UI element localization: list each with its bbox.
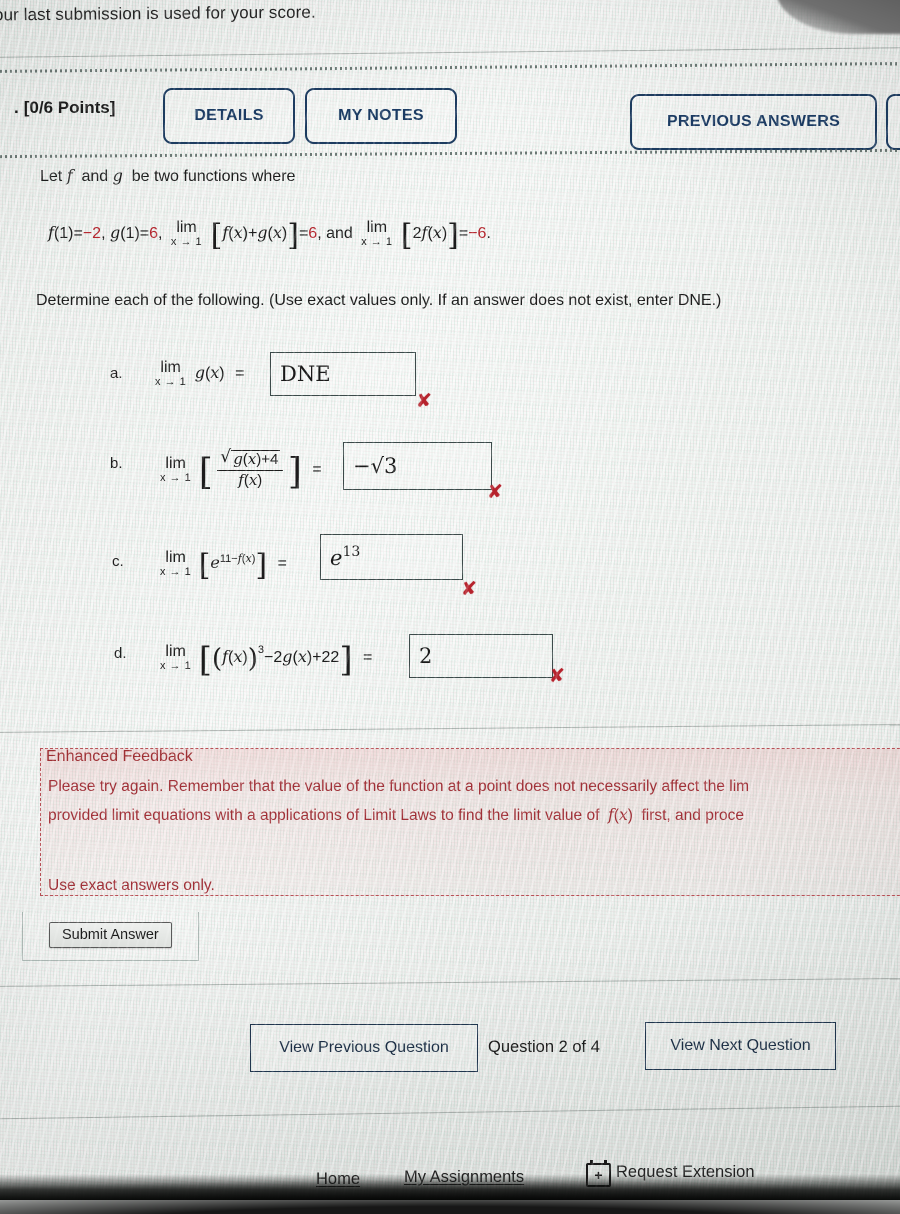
- item-b-equals: =: [312, 460, 322, 478]
- enhanced-feedback-title: Enhanced Feedback: [46, 748, 193, 765]
- item-b-label: b.: [110, 455, 123, 472]
- item-b-answer-value: −√3: [353, 454, 398, 478]
- question-instruction: Determine each of the following. (Use ex…: [36, 292, 722, 309]
- item-d-answer-value: 2: [419, 644, 433, 668]
- item-b-lim-word: lim: [165, 454, 186, 472]
- item-a-label: a.: [110, 365, 123, 382]
- given-lim-1-sub: x → 1: [170, 235, 203, 248]
- view-next-question-label: View Next Question: [670, 1037, 811, 1054]
- divider-above-pager: [0, 978, 900, 987]
- item-c-answer-value: e13: [330, 544, 360, 570]
- view-previous-question-button[interactable]: View Previous Question: [250, 1024, 478, 1072]
- divider-above-footer: [0, 1105, 900, 1120]
- divider-above-feedback: [0, 724, 900, 733]
- given-equations: f(1)=−2, g(1)=6, lim x → 1 [f(x)+g(x)]=6…: [48, 218, 491, 253]
- item-d-equals: =: [363, 649, 373, 666]
- item-a-lim-word: lim: [160, 359, 181, 376]
- item-d-expression: lim x → 1 [(f(x))3−2g(x)+22] =: [160, 640, 373, 680]
- points-value: [0/6 Points]: [23, 98, 116, 117]
- item-c-answer-base: e: [330, 546, 343, 570]
- item-a-lim-sub: x → 1: [155, 376, 187, 388]
- given-lim-2-sub: x → 1: [361, 235, 393, 248]
- item-a-expression: lim x → 1 g(x) =: [155, 359, 245, 388]
- details-button-label: DETAILS: [194, 107, 264, 124]
- points-bullet: .: [14, 98, 19, 117]
- item-c-equals: =: [277, 555, 287, 572]
- item-b-status-icon: ✘: [487, 481, 503, 503]
- previous-answers-button[interactable]: PREVIOUS ANSWERS: [630, 94, 877, 150]
- footer-request-extension-link[interactable]: Request Extension: [616, 1163, 755, 1182]
- item-a-answer-field[interactable]: DNE: [270, 352, 416, 396]
- item-a-status-icon: ✘: [416, 390, 432, 412]
- item-a-answer-value: DNE: [280, 362, 331, 386]
- item-a-equals: =: [235, 365, 245, 383]
- item-b-expression: lim x → 1 [ g(x)+4 f(x) ] =: [160, 448, 322, 493]
- item-d-status-icon: ✘: [549, 665, 565, 687]
- dotted-divider-top: [0, 62, 900, 73]
- enhanced-feedback-line-2: provided limit equations with a applicat…: [48, 806, 744, 824]
- item-c-label: c.: [112, 553, 124, 570]
- item-c-lim-word: lim: [165, 548, 186, 566]
- item-c-answer-field[interactable]: e13: [320, 534, 463, 580]
- item-c-lim-sub: x → 1: [160, 565, 192, 578]
- item-d-label: d.: [114, 645, 127, 662]
- item-d-lim-sub: x → 1: [160, 659, 192, 672]
- item-d-answer-field[interactable]: 2: [409, 634, 553, 678]
- item-b-answer-field[interactable]: −√3: [343, 442, 492, 490]
- score-note: our last submission is used for your sco…: [0, 2, 316, 25]
- my-notes-button-label: MY NOTES: [338, 107, 424, 124]
- given-lim-2-word: lim: [366, 218, 388, 236]
- clipped-edge-button[interactable]: [886, 94, 900, 150]
- calendar-plus-glyph: +: [594, 1167, 603, 1183]
- view-next-question-button[interactable]: View Next Question: [645, 1022, 836, 1070]
- given-lim-1-word: lim: [176, 218, 197, 236]
- points-badge: . [0/6 Points]: [14, 98, 115, 118]
- item-c-expression: lim x → 1 [e11−f(x)] =: [160, 548, 287, 583]
- enhanced-feedback-line-1: Please try again. Remember that the valu…: [48, 778, 750, 795]
- item-b-lim-sub: x → 1: [160, 471, 192, 484]
- view-previous-question-label: View Previous Question: [279, 1039, 449, 1056]
- item-c-answer-exponent: 13: [342, 544, 361, 560]
- question-intro: Let f and g be two functions where: [40, 166, 296, 185]
- item-d-lim-word: lim: [165, 642, 186, 660]
- footer-home-link[interactable]: Home: [316, 1170, 360, 1189]
- previous-answers-button-label: PREVIOUS ANSWERS: [666, 113, 841, 130]
- item-c-status-icon: ✘: [461, 578, 477, 600]
- question-counter: Question 2 of 4: [488, 1038, 600, 1056]
- dotted-divider-header: [0, 148, 900, 159]
- enhanced-feedback-line-3: Use exact answers only.: [48, 877, 215, 894]
- details-button[interactable]: DETAILS: [163, 88, 295, 144]
- my-notes-button[interactable]: MY NOTES: [305, 88, 457, 144]
- submit-answer-button[interactable]: Submit Answer: [49, 922, 172, 948]
- page-content: our last submission is used for your sco…: [0, 0, 900, 1200]
- calendar-plus-icon[interactable]: +: [586, 1160, 611, 1187]
- divider-top: [0, 47, 900, 58]
- footer-my-assignments-link[interactable]: My Assignments: [404, 1168, 524, 1187]
